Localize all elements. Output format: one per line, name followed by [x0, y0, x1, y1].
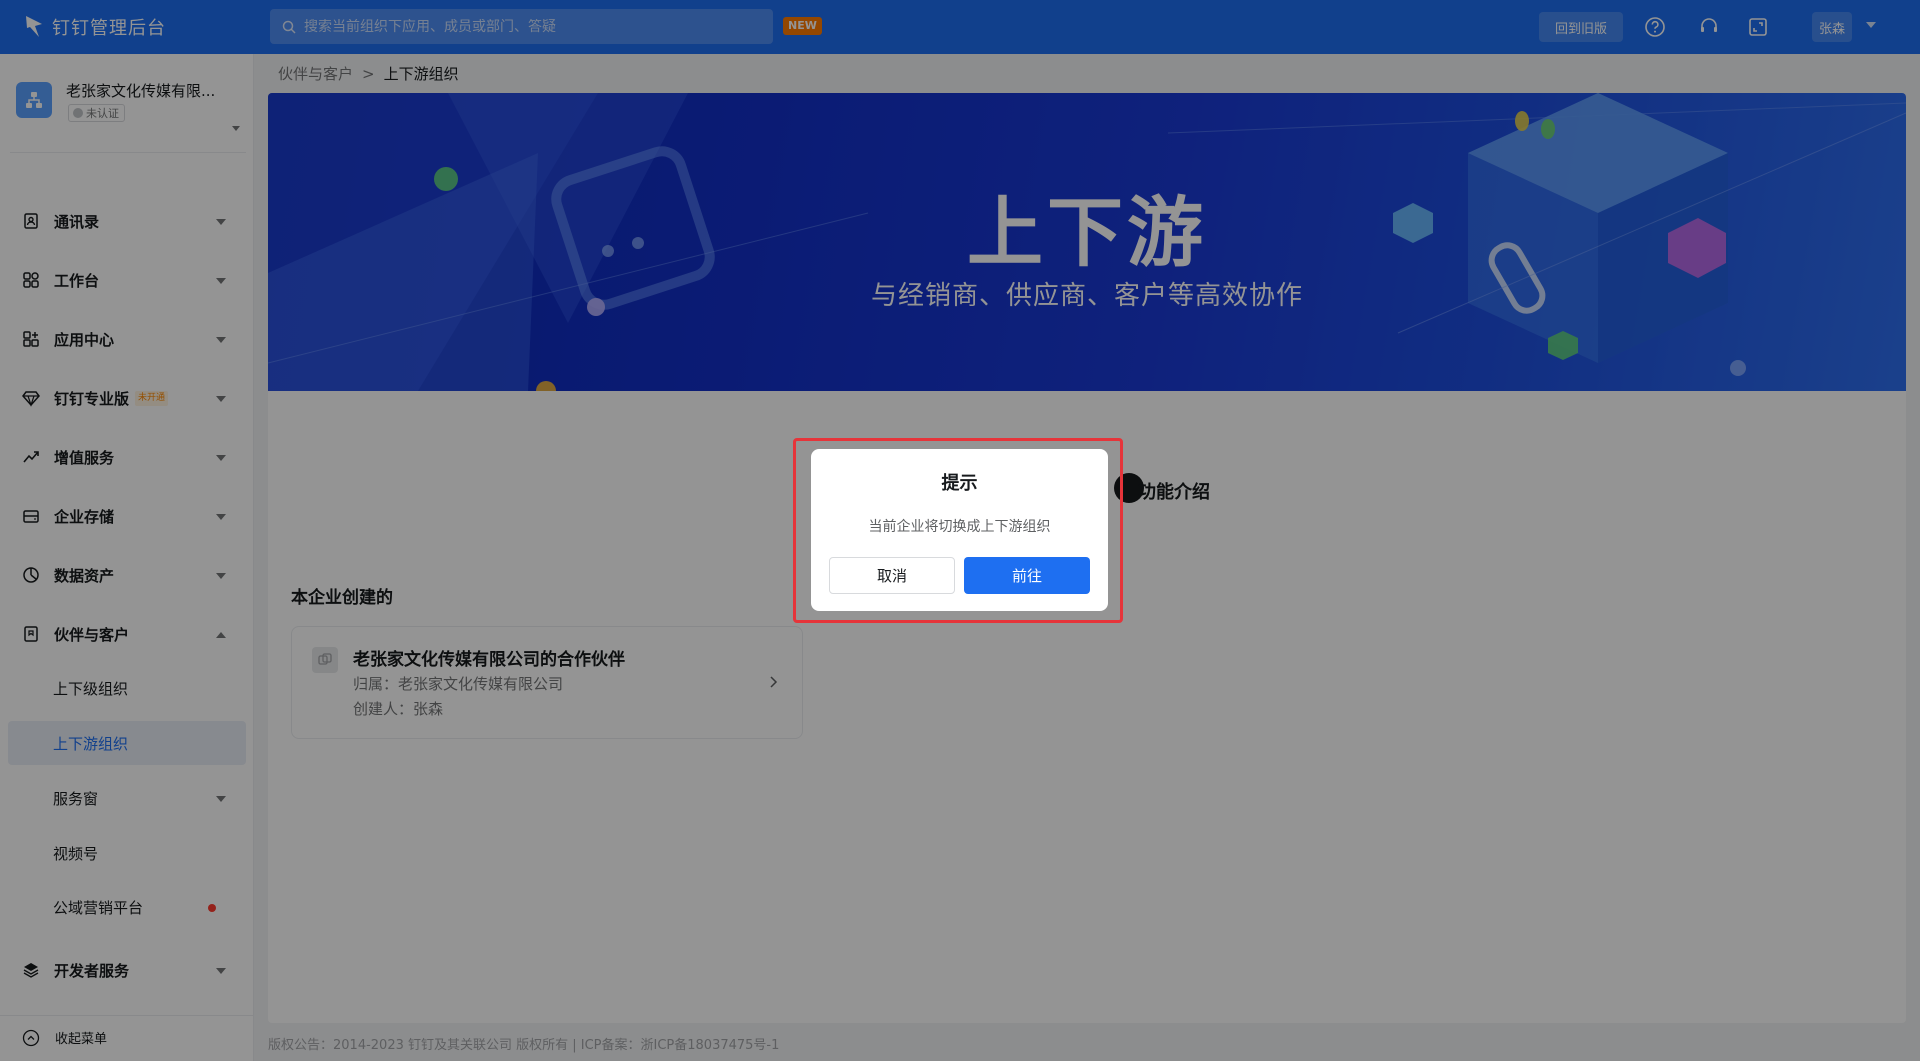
confirm-dialog: 提示 当前企业将切换成上下游组织 取消 前往 — [811, 449, 1108, 611]
dialog-message: 当前企业将切换成上下游组织 — [868, 519, 1051, 535]
cancel-button[interactable]: 取消 — [829, 557, 955, 594]
confirm-button[interactable]: 前往 — [964, 557, 1090, 594]
dialog-title: 提示 — [941, 473, 978, 494]
